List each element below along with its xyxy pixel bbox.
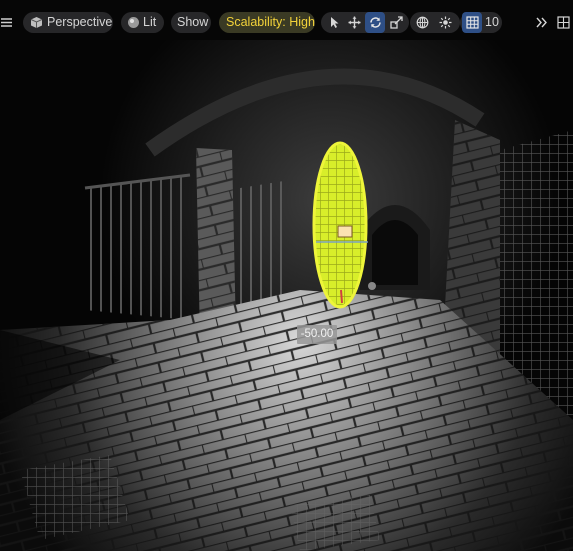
perspective-cube-icon [30, 17, 43, 28]
more-chevron-icon [536, 17, 547, 28]
select-tool-button[interactable] [324, 12, 344, 33]
lit-sphere-icon [128, 17, 139, 28]
viewport-options-button[interactable] [0, 12, 14, 33]
transform-measurement-readout: -50.00 [297, 325, 337, 344]
perspective-label: Perspective [47, 15, 113, 29]
view-mode-button[interactable]: Lit [121, 12, 164, 33]
translate-icon [348, 16, 361, 29]
world-globe-icon [416, 16, 429, 29]
pivot-point-icon [368, 282, 376, 290]
translate-tool-button[interactable] [344, 12, 364, 33]
hamburger-menu-icon [1, 18, 12, 27]
viewport-toolbar: Perspective Lit Show Scalability: High 1… [0, 0, 573, 44]
world-local-toggle[interactable] [412, 12, 432, 33]
more-tools-button[interactable] [531, 12, 551, 33]
level-viewport[interactable]: -50.00 Perspective Lit Show Scalability:… [0, 0, 573, 551]
scale-tool-button[interactable] [386, 12, 406, 33]
show-label: Show [177, 15, 209, 29]
surface-snap-button[interactable] [435, 12, 455, 33]
middle-iron-gate [228, 180, 290, 310]
rotate-icon [370, 17, 381, 28]
select-cursor-icon [331, 17, 339, 28]
light-source-icon [337, 225, 353, 238]
scalability-button[interactable]: Scalability: High [219, 12, 315, 33]
grid-snap-icon [466, 16, 479, 29]
perspective-mode-button[interactable]: Perspective [23, 12, 113, 33]
scale-icon [390, 16, 403, 29]
surface-snap-icon [439, 16, 452, 29]
left-iron-gate [85, 175, 190, 320]
rotate-tool-button[interactable] [365, 12, 385, 33]
grid-snap-value[interactable]: 10 [485, 12, 499, 33]
viewport-layout-button[interactable] [553, 12, 573, 33]
scalability-label: Scalability: High [226, 15, 315, 29]
viewport-scene[interactable] [0, 0, 573, 551]
light-cone-disc [312, 141, 368, 309]
view-mode-label: Lit [143, 15, 157, 29]
show-flags-button[interactable]: Show [171, 12, 211, 33]
layout-icon [557, 16, 570, 29]
grid-snap-toggle[interactable] [462, 12, 482, 33]
